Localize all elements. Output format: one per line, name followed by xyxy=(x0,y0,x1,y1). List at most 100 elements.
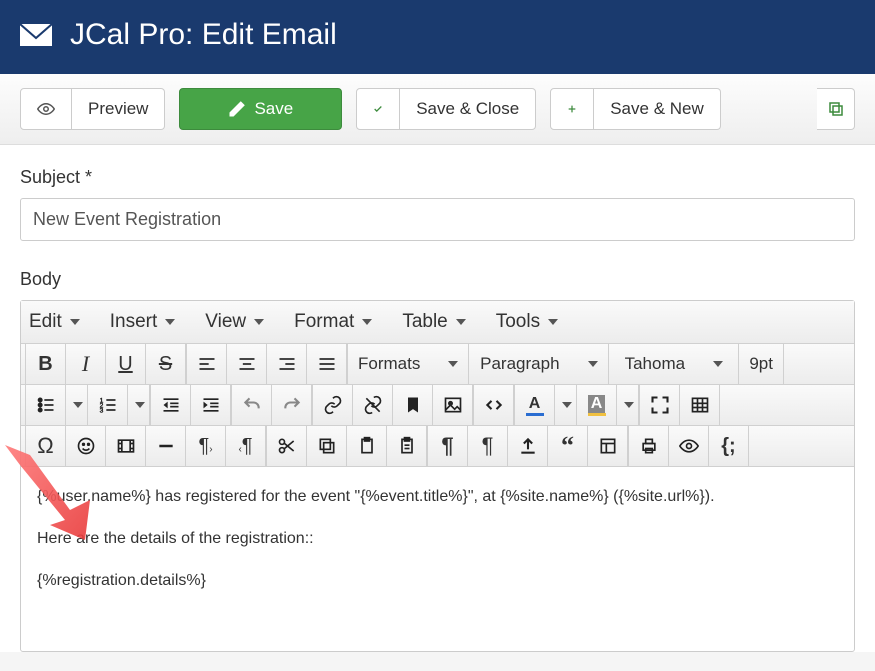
strikethrough-button[interactable]: S xyxy=(146,344,186,384)
preview-label: Preview xyxy=(88,99,148,119)
save-new-icon-button[interactable] xyxy=(550,88,594,130)
chevron-down-icon xyxy=(362,319,372,325)
edit-icon xyxy=(228,100,246,118)
paste-text-button[interactable] xyxy=(387,426,427,466)
body-line-3: {%registration.details%} xyxy=(37,569,838,593)
bullet-list-icon xyxy=(36,395,56,415)
special-char-button[interactable]: Ω xyxy=(26,426,66,466)
eye-icon xyxy=(37,100,55,118)
chevron-down-icon xyxy=(254,319,264,325)
chevron-down-icon xyxy=(448,361,458,367)
unlink-button[interactable] xyxy=(353,385,393,425)
undo-button[interactable] xyxy=(232,385,272,425)
show-blocks-button[interactable]: ¶ xyxy=(428,426,468,466)
bold-button[interactable]: B xyxy=(26,344,66,384)
upload-icon xyxy=(518,436,538,456)
outdent-icon xyxy=(161,395,181,415)
editor-toolbar-row-1: B I U S Formats Paragraph Tahoma 9pt xyxy=(21,344,854,385)
align-right-icon xyxy=(277,354,297,374)
body-line-2: Here are the details of the registration… xyxy=(37,527,838,551)
copy-button[interactable] xyxy=(307,426,347,466)
number-list-button[interactable]: 123 xyxy=(88,385,128,425)
emoji-button[interactable] xyxy=(66,426,106,466)
chevron-down-icon xyxy=(713,361,723,367)
font-select[interactable]: Tahoma xyxy=(609,344,739,384)
font-size-select[interactable]: 9pt xyxy=(739,344,784,384)
preview-button[interactable]: Preview xyxy=(72,88,165,130)
clipboard-icon xyxy=(357,436,377,456)
source-code-button[interactable] xyxy=(474,385,514,425)
blockquote-button[interactable]: “ xyxy=(548,426,588,466)
chevron-down-icon xyxy=(70,319,80,325)
underline-button[interactable]: U xyxy=(106,344,146,384)
bullet-list-dropdown[interactable] xyxy=(66,385,88,425)
number-list-dropdown[interactable] xyxy=(128,385,150,425)
bullet-list-button[interactable] xyxy=(26,385,66,425)
paste-button[interactable] xyxy=(347,426,387,466)
save-close-button[interactable]: Save & Close xyxy=(400,88,536,130)
preview-editor-button[interactable] xyxy=(669,426,709,466)
subject-input[interactable] xyxy=(20,198,855,241)
preview-icon-button[interactable] xyxy=(20,88,72,130)
text-color-icon: A xyxy=(526,395,544,416)
bg-color-dropdown[interactable] xyxy=(617,385,639,425)
ltr-button[interactable]: ¶› xyxy=(186,426,226,466)
align-left-button[interactable] xyxy=(187,344,227,384)
editor-content[interactable]: {%user.name%} has registered for the eve… xyxy=(21,467,854,651)
subject-label: Subject * xyxy=(20,167,855,188)
text-color-button[interactable]: A xyxy=(515,385,555,425)
media-button[interactable] xyxy=(106,426,146,466)
save-close-icon-button[interactable] xyxy=(356,88,400,130)
redo-button[interactable] xyxy=(272,385,312,425)
editor-toolbar-row-2: 123 A A xyxy=(21,385,854,426)
menu-tools[interactable]: Tools xyxy=(494,307,560,337)
omega-icon: Ω xyxy=(37,433,53,459)
formats-select[interactable]: Formats xyxy=(348,344,469,384)
align-center-button[interactable] xyxy=(227,344,267,384)
indent-button[interactable] xyxy=(191,385,231,425)
fullscreen-button[interactable] xyxy=(640,385,680,425)
align-justify-button[interactable] xyxy=(307,344,347,384)
pilcrow-rtl-icon: ‹¶ xyxy=(238,435,252,458)
underline-icon: U xyxy=(118,353,132,376)
body-label: Body xyxy=(20,269,855,290)
menu-format[interactable]: Format xyxy=(292,307,374,337)
upload-button[interactable] xyxy=(508,426,548,466)
save-copy-icon-button[interactable] xyxy=(817,88,855,130)
menu-table[interactable]: Table xyxy=(400,307,467,337)
save-button[interactable]: Save xyxy=(179,88,342,130)
image-icon xyxy=(443,395,463,415)
svg-text:3: 3 xyxy=(99,408,103,415)
hr-button[interactable] xyxy=(146,426,186,466)
chevron-down-icon xyxy=(624,402,634,408)
action-toolbar: Preview Save Save & Close Save & New xyxy=(0,74,875,145)
codesample-button[interactable]: {; xyxy=(709,426,749,466)
bg-color-button[interactable]: A xyxy=(577,385,617,425)
image-button[interactable] xyxy=(433,385,473,425)
chevron-down-icon xyxy=(165,319,175,325)
paragraph-select[interactable]: Paragraph xyxy=(469,344,609,384)
italic-button[interactable]: I xyxy=(66,344,106,384)
rtl-button[interactable]: ‹¶ xyxy=(226,426,266,466)
save-label: Save xyxy=(254,99,293,119)
print-button[interactable] xyxy=(629,426,669,466)
outdent-button[interactable] xyxy=(151,385,191,425)
mail-icon xyxy=(20,24,52,46)
menu-insert[interactable]: Insert xyxy=(108,307,178,337)
text-color-dropdown[interactable] xyxy=(555,385,577,425)
align-right-button[interactable] xyxy=(267,344,307,384)
rich-text-editor: Edit Insert View Format Table Tools B I … xyxy=(20,300,855,652)
anchor-button[interactable] xyxy=(393,385,433,425)
page-header: JCal Pro: Edit Email xyxy=(0,0,875,74)
chevron-down-icon xyxy=(135,402,145,408)
clipboard-text-icon xyxy=(397,436,417,456)
cut-button[interactable] xyxy=(267,426,307,466)
menu-edit[interactable]: Edit xyxy=(27,307,82,337)
template-button[interactable] xyxy=(588,426,628,466)
save-new-button[interactable]: Save & New xyxy=(594,88,721,130)
menu-view[interactable]: View xyxy=(203,307,266,337)
table-button[interactable] xyxy=(680,385,720,425)
show-invisible-button[interactable]: ¶ xyxy=(468,426,508,466)
copy-icon xyxy=(827,100,845,118)
link-button[interactable] xyxy=(313,385,353,425)
